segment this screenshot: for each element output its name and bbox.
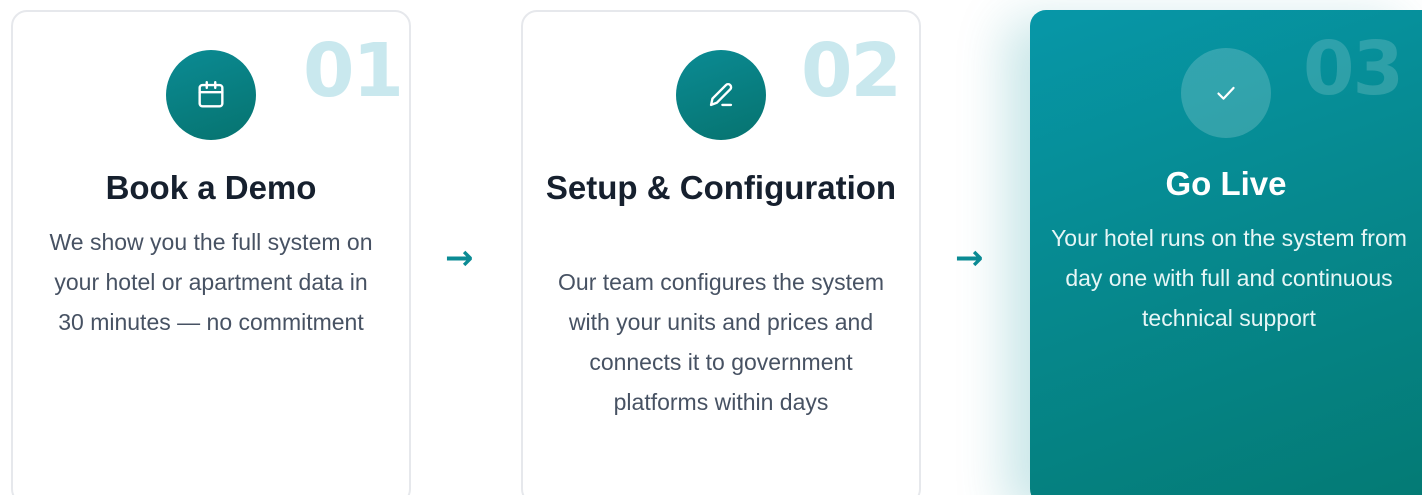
step-description: Your hotel runs on the system from day o…	[1051, 225, 1407, 331]
step-number: 03	[1303, 26, 1404, 112]
step-number: 02	[801, 28, 902, 114]
step-title: Setup & Configuration	[545, 169, 897, 206]
step-title: Book a Demo	[105, 169, 317, 206]
step-description: Our team configures the system with your…	[558, 269, 884, 415]
steps-section: 01 Book a Demo We show you the full syst…	[0, 0, 1422, 495]
step-number: 01	[303, 28, 404, 114]
calendar-icon	[166, 50, 256, 140]
step-card-go-live: 03 Go Live Your hotel runs on the system…	[1030, 10, 1422, 495]
arrow-right-icon: →	[955, 238, 984, 278]
step-card-book-demo: 01 Book a Demo We show you the full syst…	[11, 10, 411, 495]
step-card-setup-configuration: 02 Setup & Configuration Our team config…	[521, 10, 921, 495]
step-description: We show you the full system on your hote…	[49, 229, 373, 335]
step-title: Go Live	[1165, 165, 1287, 202]
arrow-right-icon: →	[445, 238, 474, 278]
check-icon	[1181, 48, 1271, 138]
pencil-icon	[676, 50, 766, 140]
